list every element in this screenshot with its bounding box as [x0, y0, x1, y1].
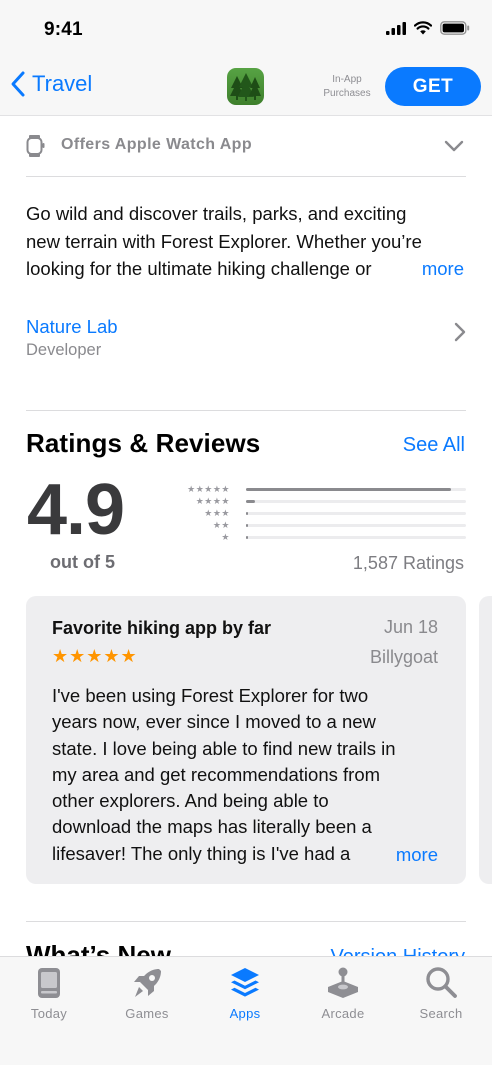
review-card[interactable]: Favorite hiking app by far Jun 18 ★★★★★ …: [26, 596, 466, 884]
tab-games[interactable]: Games: [98, 957, 196, 1027]
review-line: my area and get recommendations from: [52, 763, 381, 785]
today-icon: [38, 968, 60, 998]
status-icons: [386, 21, 470, 35]
review-more-link[interactable]: more: [391, 844, 438, 866]
description-line-text: looking for the ultimate hiking challeng…: [26, 258, 372, 279]
ratings-count: 1,587 Ratings: [352, 553, 464, 573]
histogram-fill: [246, 512, 249, 515]
developer-name: Nature Lab: [26, 316, 118, 337]
whats-new-title: What’s New: [26, 940, 171, 956]
description-more-link[interactable]: more: [417, 255, 464, 283]
forest-icon: [230, 73, 261, 101]
app-page-content[interactable]: Offers Apple Watch App Go wild and disco…: [0, 116, 492, 956]
in-app-purchases-note: In-App Purchases: [316, 73, 378, 101]
see-all-link[interactable]: See All: [403, 434, 465, 457]
developer-label: Developer: [26, 341, 102, 359]
tab-label: Games: [125, 1006, 169, 1021]
histogram-row: ★: [170, 532, 466, 544]
apple-watch-icon: [26, 135, 45, 157]
rating-histogram: ★★★★★ ★★★★ ★★★ ★★ ★: [170, 484, 466, 544]
histogram-fill: [246, 536, 249, 539]
histogram-fill: [246, 488, 451, 491]
histogram-star-label: ★★★: [204, 508, 230, 518]
apple-watch-row[interactable]: Offers Apple Watch App: [26, 116, 466, 177]
description-line: Go wild and discover trails, parks, and …: [26, 203, 407, 224]
tab-label: Today: [30, 1006, 68, 1021]
average-rating: 4.9: [27, 470, 125, 550]
review-stars: ★★★★★: [52, 646, 138, 666]
tab-label: Arcade: [321, 1006, 365, 1021]
cellular-signal-icon: [386, 21, 406, 35]
tab-apps[interactable]: Apps: [196, 957, 294, 1027]
developer-row[interactable]: Nature Lab Developer: [26, 314, 466, 370]
review-title: Favorite hiking app by far: [52, 618, 272, 638]
histogram-star-label: ★: [221, 532, 230, 542]
tab-label: Search: [419, 1006, 463, 1021]
histogram-track: [246, 512, 466, 515]
description-line: looking for the ultimate hiking challeng…: [26, 255, 470, 283]
joystick-icon: [328, 967, 358, 998]
tab-today[interactable]: Today: [0, 957, 98, 1027]
histogram-track: [246, 500, 466, 503]
navigation-bar: Travel In-App Purchases GET: [0, 58, 492, 116]
histogram-track: [246, 488, 466, 491]
version-history-link[interactable]: Version History: [331, 946, 466, 956]
description-line: new terrain with Forest Explorer. Whethe…: [26, 230, 422, 252]
review-line: lifesaver! The only thing is I've had a: [52, 840, 444, 867]
next-review-card[interactable]: [479, 596, 492, 884]
tab-label: Apps: [229, 1006, 261, 1021]
search-icon: [426, 967, 457, 998]
apps-stack-icon: [231, 968, 259, 997]
back-label: Travel: [32, 71, 93, 96]
ratings-reviews-title: Ratings & Reviews: [26, 428, 261, 458]
app-description: Go wild and discover trails, parks, and …: [26, 200, 470, 283]
histogram-fill: [246, 524, 249, 527]
tab-search[interactable]: Search: [392, 957, 490, 1027]
rocket-icon: [134, 969, 161, 997]
chevron-left-icon: [11, 71, 25, 97]
wifi-icon: [414, 21, 432, 35]
status-bar: 9:41: [0, 0, 492, 58]
histogram-row: ★★: [170, 520, 466, 532]
rating-scale-label: out of 5: [50, 552, 115, 572]
apple-watch-label: Offers Apple Watch App: [61, 136, 253, 153]
tab-arcade[interactable]: Arcade: [294, 957, 392, 1027]
review-date: Jun 18: [383, 617, 438, 637]
review-line: state. I love being able to find new tra…: [52, 737, 396, 759]
histogram-row: ★★★: [170, 508, 466, 520]
histogram-row: ★★★★: [170, 496, 466, 508]
status-time: 9:41: [44, 19, 83, 40]
histogram-star-label: ★★: [212, 520, 230, 530]
histogram-star-label: ★★★★: [195, 496, 230, 506]
histogram-star-label: ★★★★★: [187, 484, 230, 494]
tab-bar: Today Games Apps Arcade Search: [0, 956, 492, 1065]
battery-icon: [440, 21, 470, 35]
histogram-row: ★★★★★: [170, 484, 466, 496]
review-line: I've been using Forest Explorer for two: [52, 685, 369, 706]
iap-line1: In-App: [332, 74, 362, 85]
review-line: download the maps has literally been a: [52, 816, 372, 838]
section-divider: [26, 410, 466, 411]
histogram-track: [246, 536, 466, 539]
section-divider: [26, 921, 466, 922]
back-button[interactable]: Travel: [10, 70, 92, 98]
review-body: I've been using Forest Explorer for two …: [52, 683, 444, 867]
chevron-down-icon[interactable]: [444, 140, 464, 152]
iap-line2: Purchases: [323, 88, 371, 99]
chevron-right-icon: [454, 322, 466, 342]
review-line-text: lifesaver! The only thing is I've had a: [52, 842, 351, 864]
review-line: other explorers. And being able to: [52, 790, 329, 812]
histogram-track: [246, 524, 466, 527]
histogram-fill: [246, 500, 255, 503]
get-button[interactable]: GET: [385, 67, 481, 106]
review-line: years now, ever since I moved to a new: [52, 711, 376, 733]
app-icon: [227, 68, 264, 105]
review-author: Billygoat: [369, 647, 438, 667]
